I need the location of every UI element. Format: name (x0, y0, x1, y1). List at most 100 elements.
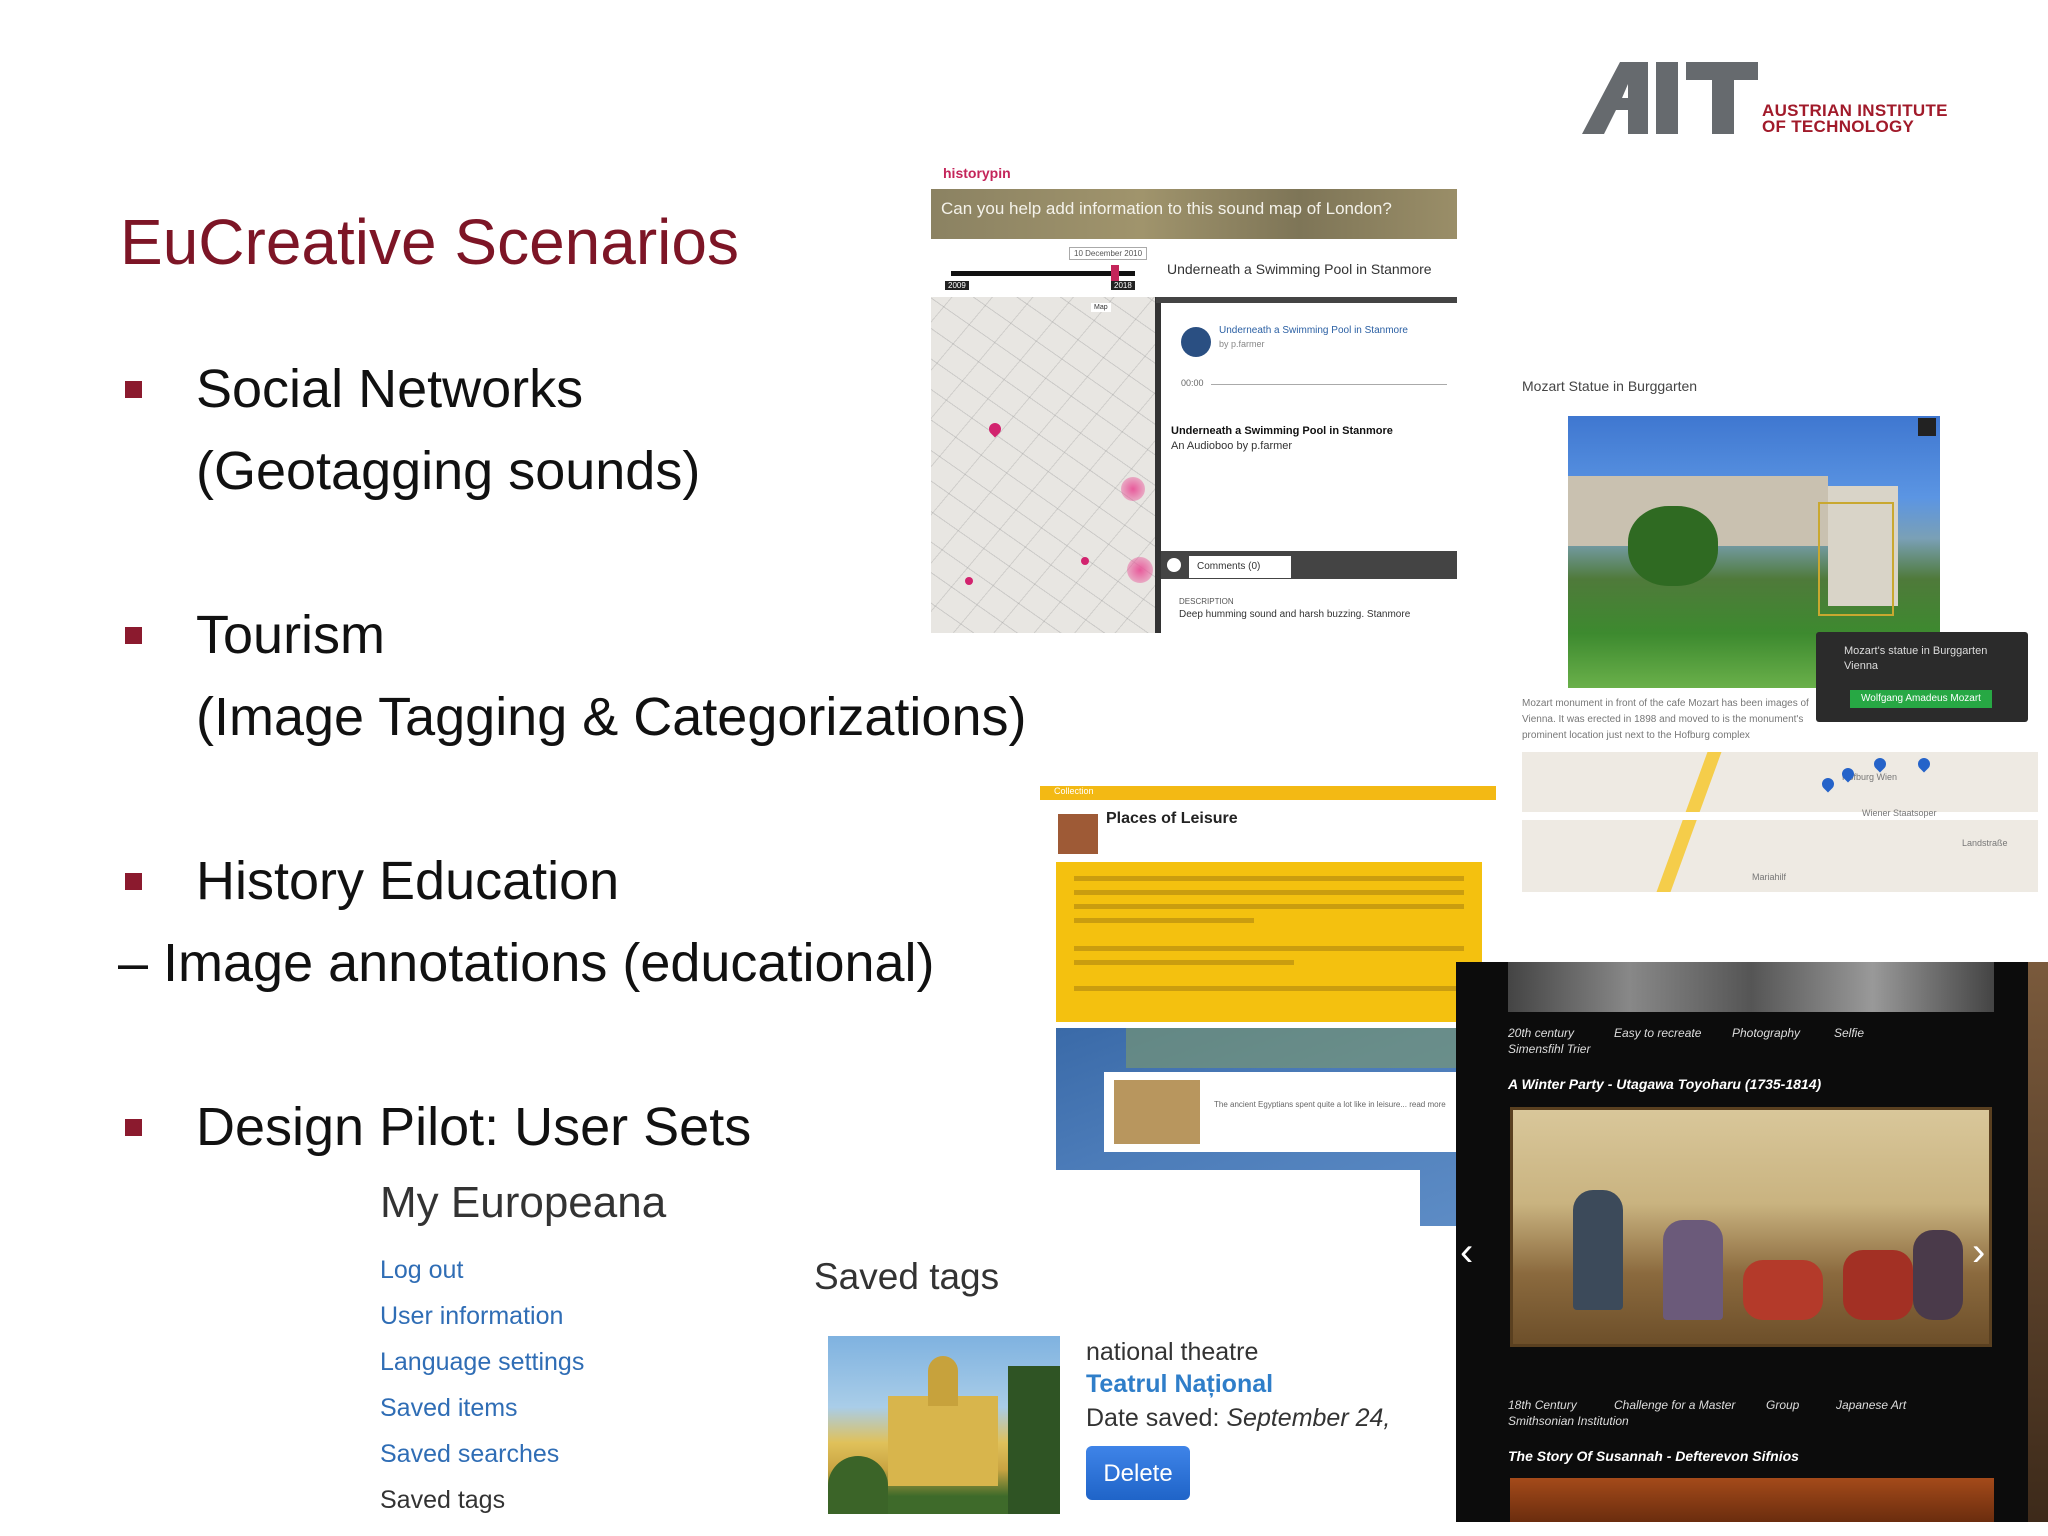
slide-title: EuCreative Scenarios (120, 206, 739, 278)
top-image (1508, 962, 1994, 1012)
bullet-history-education-sub: – Image annotations (educational) (118, 933, 935, 993)
side-image (2028, 962, 2048, 1522)
map-type-button[interactable]: Map (1091, 303, 1111, 312)
collection-title: Places of Leisure (1106, 810, 1238, 827)
mozart-description: Mozart monument in front of the cafe Moz… (1522, 698, 1809, 741)
map-pin-icon[interactable] (986, 420, 1004, 438)
panel-divider (1155, 297, 1161, 633)
text-line (1074, 876, 1464, 881)
road-shape (1522, 812, 2038, 820)
text-line (1074, 890, 1464, 895)
audio-byline: by p.farmer (1219, 339, 1265, 349)
ait-logo-text: AUSTRIAN INSTITUTE OF TECHNOLOGY (1762, 102, 1948, 136)
land-shape (1126, 1028, 1496, 1068)
saved-items-link[interactable]: Saved items (380, 1394, 518, 1423)
comments-tab[interactable]: Comments (0) (1189, 556, 1291, 578)
map-pin-icon[interactable] (1915, 755, 1933, 773)
artwork-title: A Winter Party - Utagawa Toyoharu (1735-… (1508, 1076, 1822, 1092)
map-label: Mariahilf (1752, 872, 1787, 882)
expand-icon[interactable] (1918, 418, 1936, 436)
collection-label: Collection (1054, 786, 1094, 796)
tag-item[interactable]: 18th Century (1508, 1398, 1577, 1412)
map-pin-icon[interactable] (1081, 557, 1089, 565)
historypin-brand: historypin (943, 165, 1011, 181)
bullet-tourism: Tourism (196, 605, 386, 665)
timeline-end-year: 2018 (1111, 281, 1135, 290)
figure-shape (1843, 1250, 1913, 1320)
info-icon[interactable] (1167, 558, 1181, 572)
audio-progress[interactable] (1211, 384, 1447, 385)
date-value: September 24, (1226, 1404, 1391, 1432)
map-cluster-icon[interactable] (1121, 477, 1145, 501)
timeline-date: 10 December 2010 (1069, 247, 1148, 260)
map-pin-icon[interactable] (1819, 775, 1837, 793)
next-arrow-icon[interactable]: › (1972, 1230, 1985, 1275)
figure-shape (1573, 1190, 1623, 1310)
tag-item[interactable]: Simensfihl Trier (1508, 1042, 1590, 1056)
description-label: DESCRIPTION (1179, 597, 1234, 606)
historypin-banner: Can you help add information to this sou… (931, 189, 1457, 239)
tree-shape (1628, 506, 1718, 586)
annotation-caption: Mozart's statue in Burggarten Vienna (1844, 645, 1988, 672)
ukiyoe-screenshot: 20th century Easy to recreate Photograph… (1456, 962, 2048, 1522)
map-cluster-icon[interactable] (1127, 557, 1153, 583)
sound-map[interactable]: Map (931, 297, 1155, 633)
tag-item[interactable]: Photography (1732, 1026, 1800, 1040)
road-shape (1656, 752, 1722, 892)
timeline-start-year: 2009 (945, 281, 969, 290)
audio-time: 00:00 (1181, 378, 1204, 388)
saved-tag-item-link[interactable]: Teatrul Național (1086, 1370, 1273, 1399)
popup-text: The ancient Egyptians spent quite a lot … (1214, 1100, 1446, 1109)
timeline-track[interactable] (951, 271, 1135, 276)
log-out-link[interactable]: Log out (380, 1256, 463, 1285)
places-of-leisure-screenshot: Collection Places of Leisure The ancient… (1040, 786, 1496, 1226)
artwork-title: The Story Of Susannah - Defterevon Sifni… (1508, 1448, 1799, 1464)
language-settings-link[interactable]: Language settings (380, 1348, 584, 1377)
tag-item[interactable]: Challenge for a Master (1614, 1398, 1735, 1412)
timeline-handle[interactable] (1111, 265, 1119, 281)
audio-player-icon[interactable] (1181, 327, 1211, 357)
previous-arrow-icon[interactable]: ‹ (1460, 1230, 1473, 1275)
mozart-map[interactable]: Hofburg Wien Wiener Staatsoper Landstraß… (1522, 752, 2038, 892)
bullet-social-networks: Social Networks (196, 359, 584, 419)
map-pin-icon[interactable] (965, 577, 973, 585)
bullet-tourism-sub: (Image Tagging & Categorizations) (196, 687, 1027, 747)
bullet-design-pilot: Design Pilot: User Sets (196, 1097, 752, 1157)
tag-item[interactable]: Smithsonian Institution (1508, 1414, 1629, 1428)
dome-shape (928, 1356, 958, 1406)
tag-item[interactable]: Easy to recreate (1614, 1026, 1701, 1040)
annotation-tag[interactable]: Wolfgang Amadeus Mozart (1850, 690, 1992, 708)
map-label: Landstraße (1962, 838, 2008, 848)
collection-intro (1056, 862, 1482, 1022)
tag-item[interactable]: 20th century (1508, 1026, 1574, 1040)
tag-item[interactable]: Selfie (1834, 1026, 1864, 1040)
map-label: Wiener Staatsoper (1862, 808, 1937, 818)
artwork-image[interactable] (1510, 1107, 1992, 1347)
tree-shape (1008, 1366, 1060, 1514)
audio-title[interactable]: Underneath a Swimming Pool in Stanmore (1219, 325, 1408, 336)
bullet-social-networks-sub: (Geotagging sounds) (196, 441, 701, 501)
user-information-link[interactable]: User information (380, 1302, 563, 1331)
record-author: An Audioboo by p.farmer (1171, 440, 1293, 452)
saved-searches-link[interactable]: Saved searches (380, 1440, 559, 1469)
tag-item[interactable]: Japanese Art (1836, 1398, 1906, 1412)
artwork-image[interactable] (1510, 1478, 1994, 1522)
saved-tag-name: national theatre (1086, 1338, 1259, 1366)
collection-thumbnail (1058, 814, 1098, 854)
delete-button[interactable]: Delete (1086, 1446, 1190, 1500)
ait-logo-line2: OF TECHNOLOGY (1762, 117, 1915, 136)
bullet-history-education: History Education (196, 851, 620, 911)
header-divider (1156, 297, 1457, 303)
saved-tag-thumbnail[interactable] (828, 1336, 1060, 1514)
saved-tags-heading: Saved tags (814, 1256, 1000, 1297)
mozart-title: Mozart Statue in Burggarten (1522, 378, 1698, 394)
tag-item[interactable]: Group (1766, 1398, 1799, 1412)
tree-shape (828, 1456, 888, 1514)
europeana-title: My Europeana (380, 1178, 667, 1227)
annotation-box[interactable] (1818, 502, 1894, 616)
bullet-marker (125, 873, 142, 890)
saved-tag-date: Date saved: September 24, (1086, 1404, 1390, 1433)
map-pin-icon[interactable] (1871, 755, 1889, 773)
saved-tags-nav-active[interactable]: Saved tags (380, 1486, 505, 1515)
ait-logo (1582, 62, 1758, 134)
